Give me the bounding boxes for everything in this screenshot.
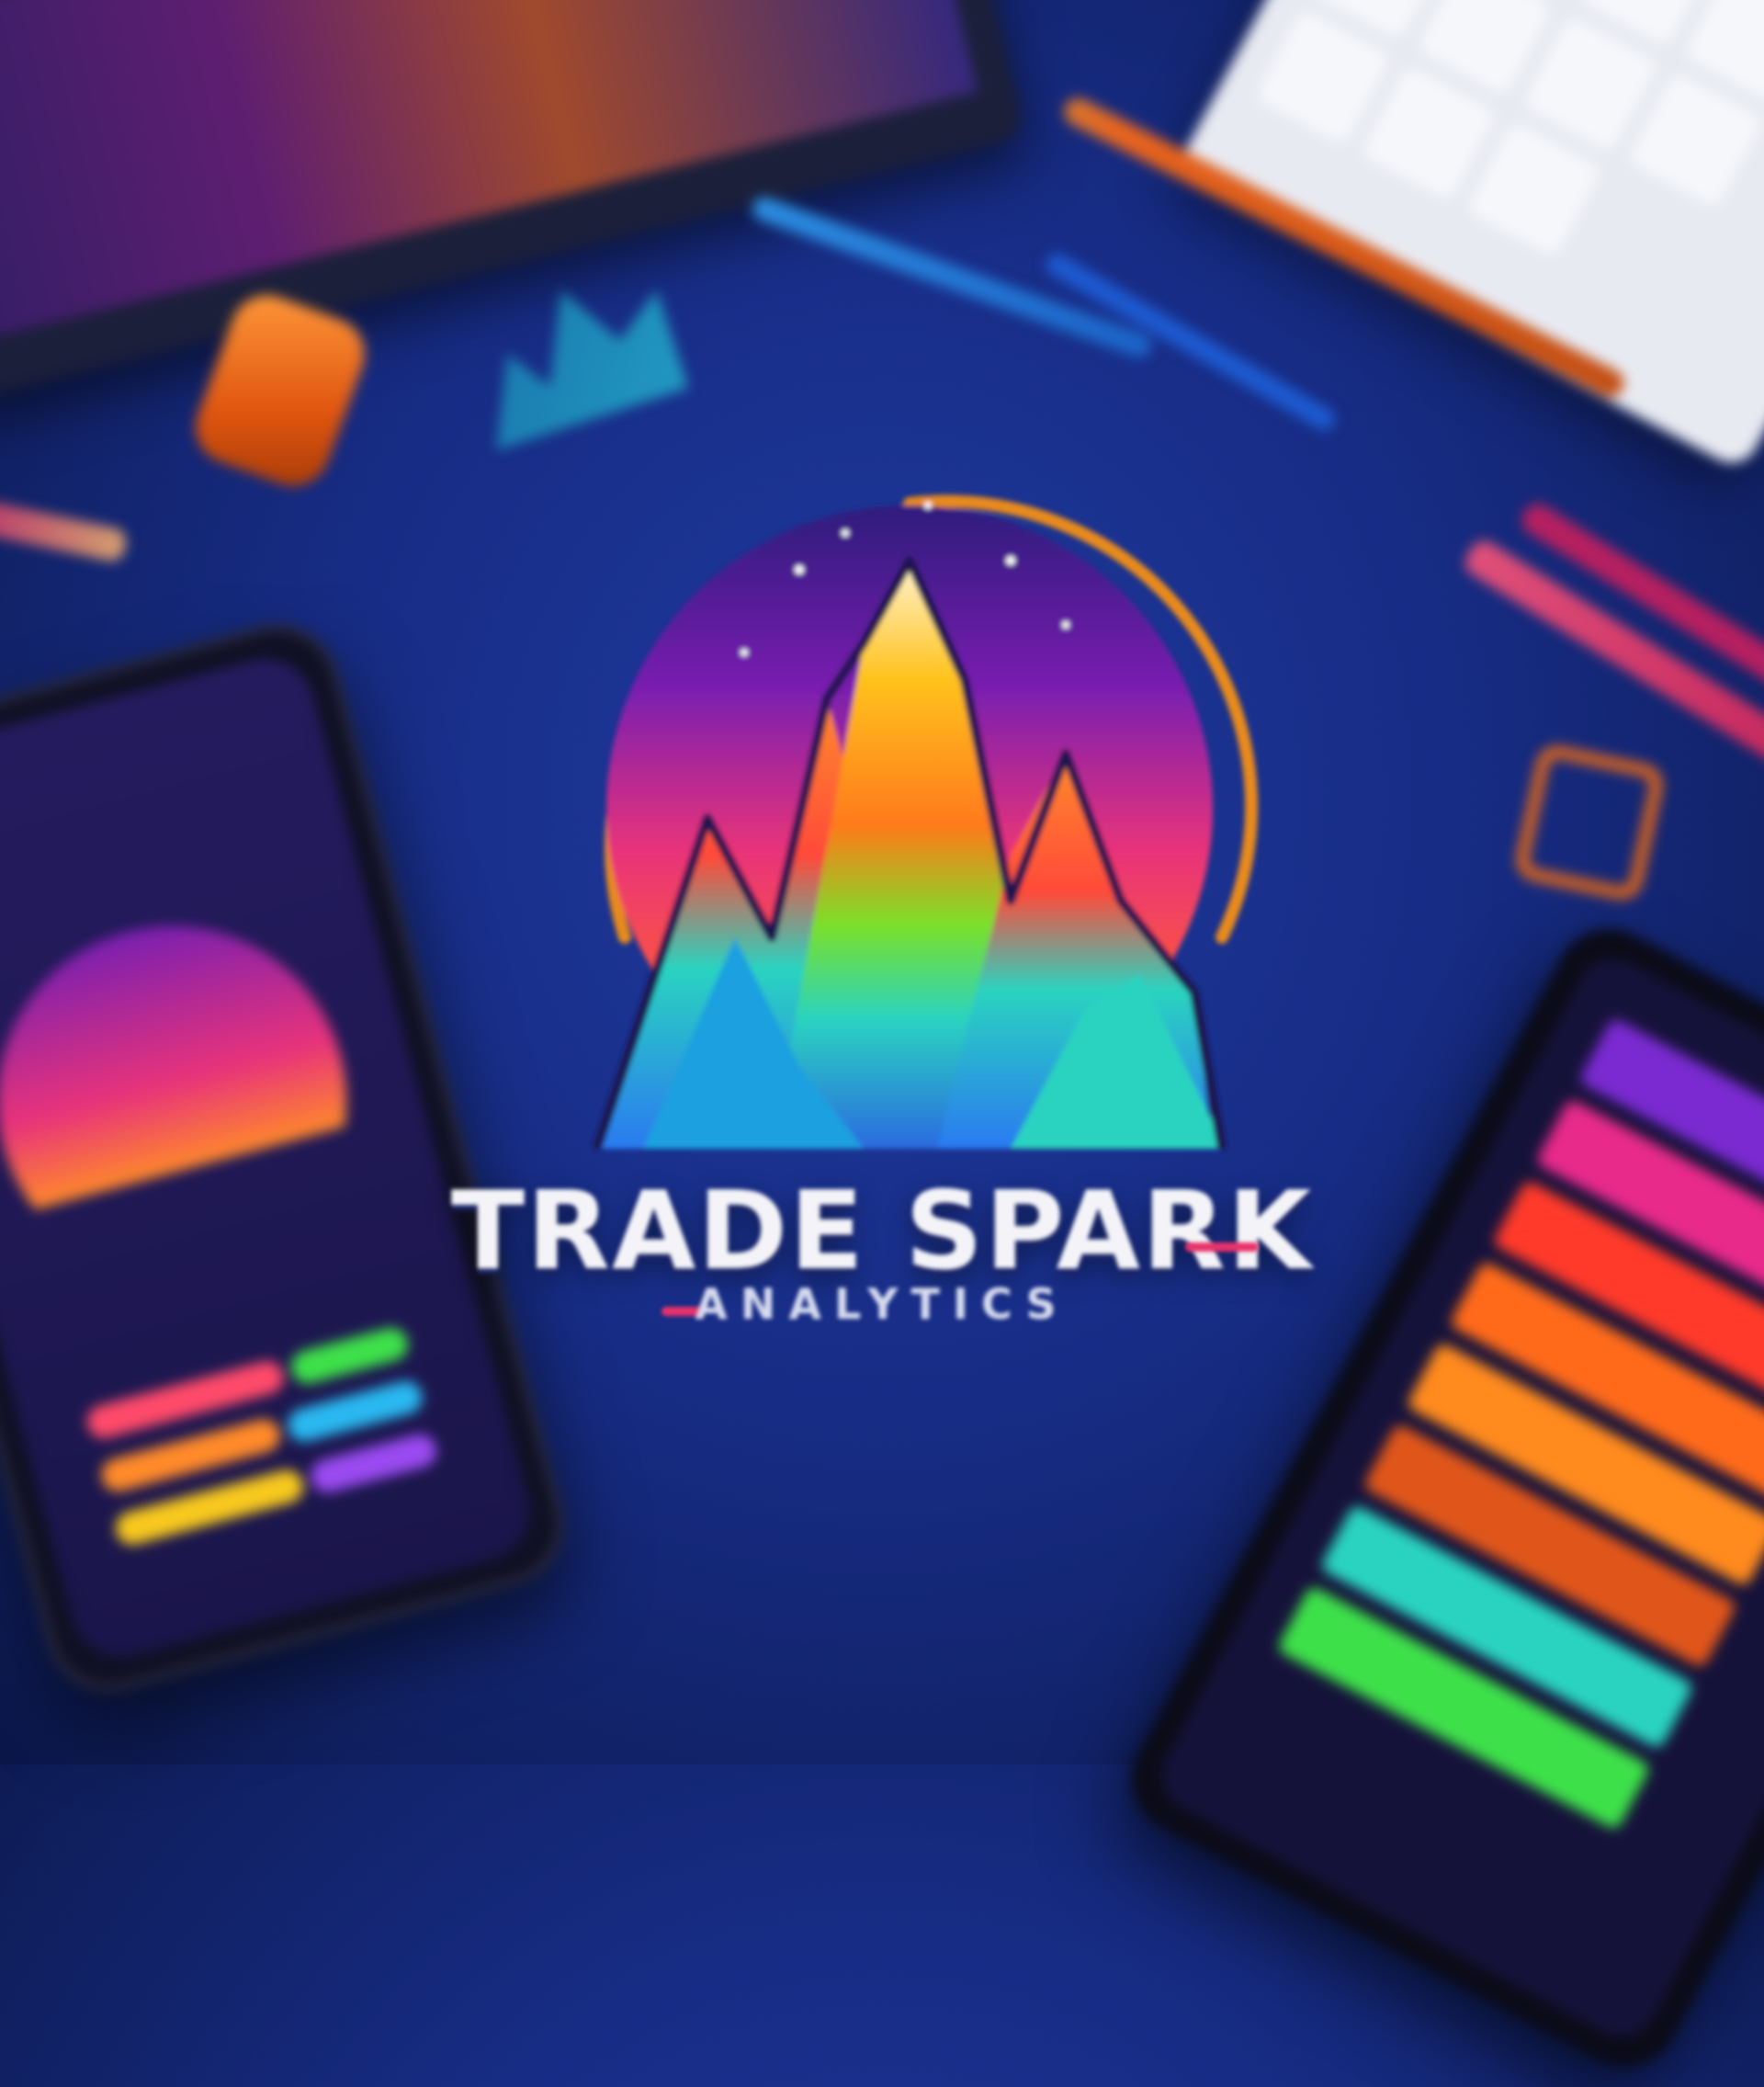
star-icon: [795, 565, 804, 574]
smartphone: [0, 609, 579, 1707]
phone-screen: [0, 647, 541, 1669]
title-dash-right: [1185, 1242, 1259, 1252]
star-icon: [741, 649, 748, 656]
mountain-sticker: [451, 248, 689, 450]
blue-pen: [1042, 249, 1340, 435]
monitor-screen: [0, 0, 978, 341]
keyboard-key: [1521, 16, 1659, 153]
keyboard-key: [1254, 8, 1392, 146]
phone-bar: [307, 1430, 441, 1496]
brand-subtitle: ANALYTICS: [695, 1279, 1069, 1329]
star-icon: [924, 502, 932, 509]
star-icon: [1006, 556, 1015, 565]
keyboard-key: [1465, 120, 1603, 258]
brand-title: TRADE SPARK: [450, 1167, 1314, 1294]
keyboard-key: [1360, 64, 1498, 202]
monitor: [0, 0, 1027, 403]
binder-clip: [1511, 742, 1668, 903]
trade-spark-logo: [593, 494, 1259, 1151]
pencil: [0, 496, 129, 564]
star-icon: [1062, 621, 1069, 629]
phone-bar: [284, 1377, 426, 1446]
phone-bar: [288, 1323, 412, 1388]
keyboard-key: [1627, 72, 1764, 209]
star-icon: [842, 529, 849, 537]
keyboard: [1174, 0, 1764, 472]
